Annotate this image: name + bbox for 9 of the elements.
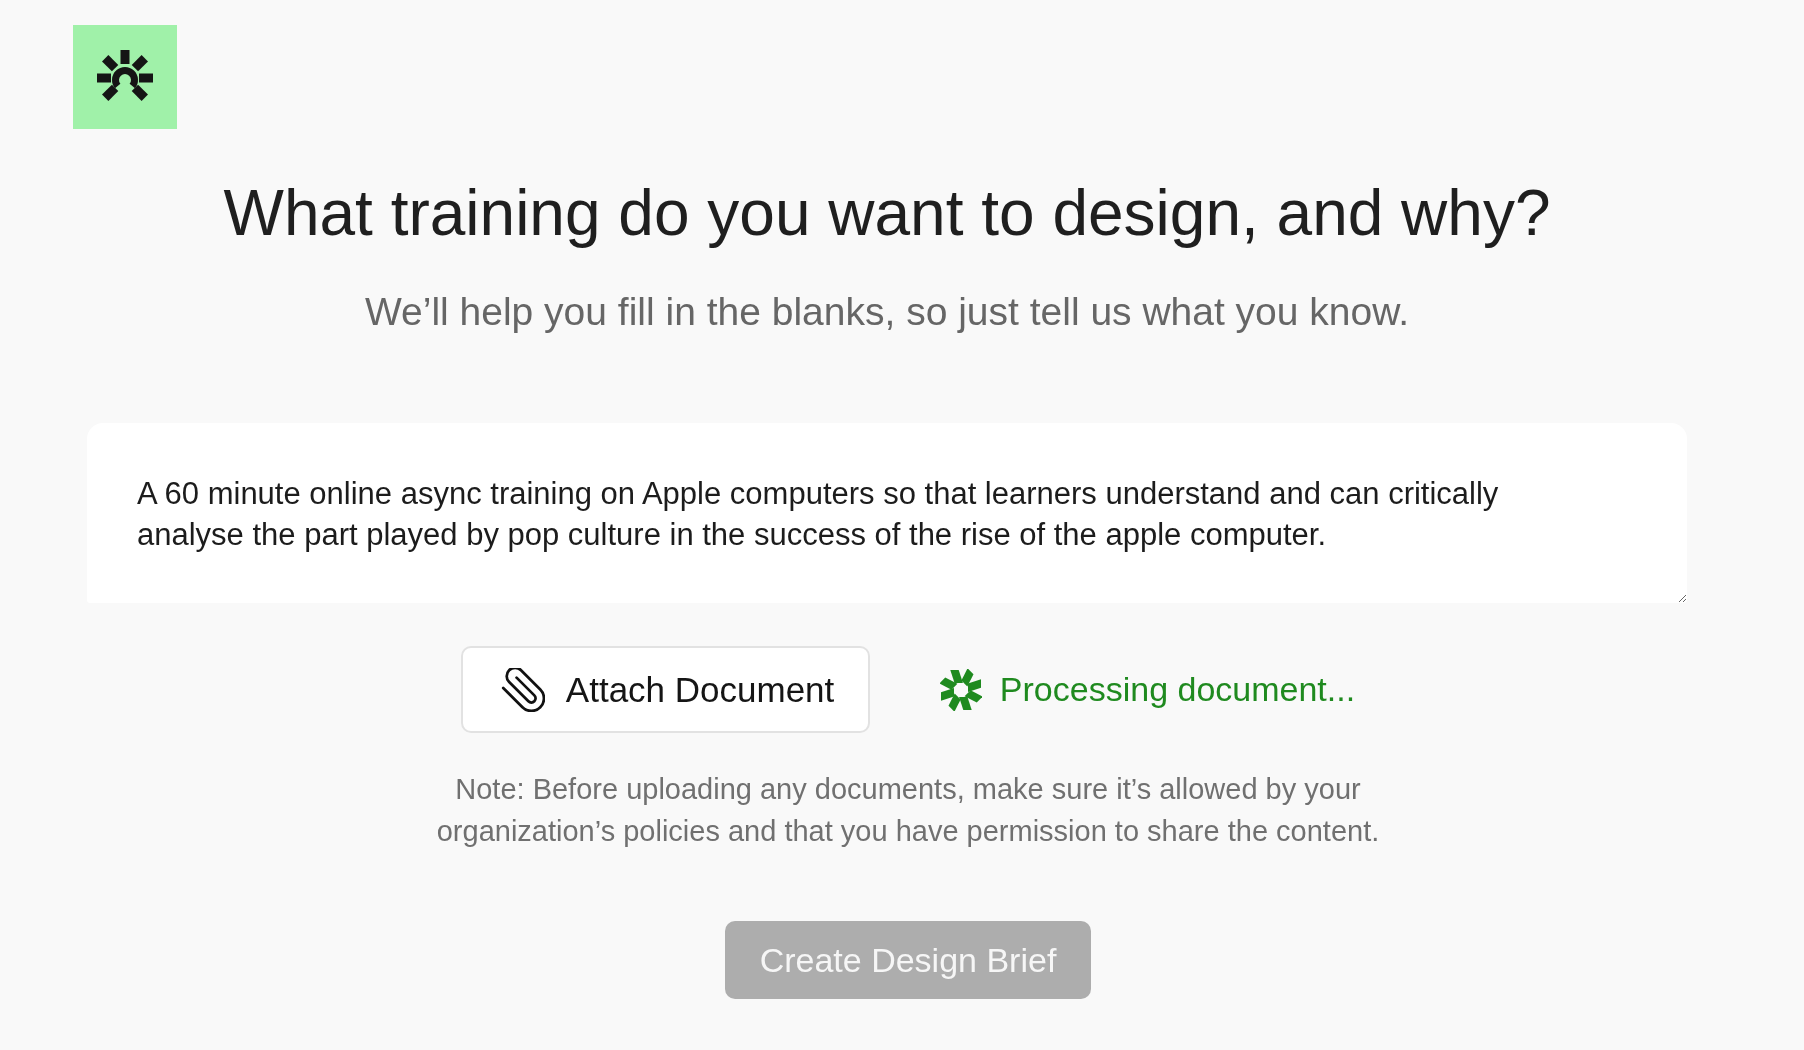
paperclip-icon [500,667,545,712]
prompt-input[interactable]: A 60 minute online async training on Apple computers so that learners understand and can critically analyse the part played by pop culture in the success of the rise of the apple computer. [87,423,1687,603]
spinner-icon [939,668,982,711]
upload-note: Note: Before uploading any documents, make sure it’s allowed by your organization’s policies and that you have permission to share the content. [435,772,1381,849]
page-heading: What training do you want to design, and why? [223,176,1551,251]
page-subtitle: We’ll help you fill in the blanks, so just tell us what you know. [364,289,1410,335]
attach-document-button[interactable]: Attach Document [460,646,870,733]
logo-icon [73,25,177,129]
processing-status: Processing document... [999,670,1356,709]
